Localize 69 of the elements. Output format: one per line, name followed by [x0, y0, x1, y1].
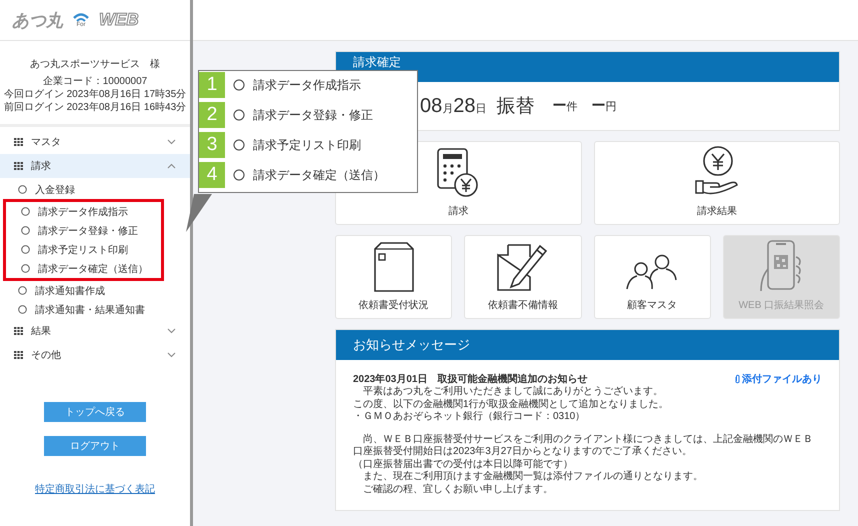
date-part: 08月: [420, 94, 454, 118]
total-value: ー円: [592, 97, 616, 115]
company-name: あつ丸スポーツサービス 様: [29, 58, 161, 71]
notice-text: また、現在ご利用頂けます金融機関一覧は添付ファイルの通りとなります。: [362, 471, 704, 484]
legal-link[interactable]: 特定商取引法に基づく表記: [35, 482, 155, 496]
notice-text: 平素はあつ丸をご利用いただきまして誠にありがとうございます。: [362, 386, 664, 398]
panel-title: 請求確定: [353, 54, 401, 71]
date-part: 28日: [453, 94, 486, 118]
logo-web-text: WEB: [99, 10, 139, 30]
notice-text: 尚、ＷＥＢ口座振替受付サービスをご利用のクライアント様につきましては、上記金融機関のＷＥＢ口座振替受付開始日は2023年3月27日からとなりますのでご了承ください。: [353, 434, 814, 458]
menu-tile[interactable]: 請求結果: [594, 141, 840, 225]
step-label: 請求データ作成指示: [253, 76, 361, 94]
submenu-item[interactable]: 請求通知書・結果通知書: [0, 300, 190, 319]
notice-text: （口座振替届出書での受付は本日以降可能です）: [353, 458, 574, 470]
radio-icon: [18, 305, 27, 314]
menu-tile: WEB 口振結果照会: [722, 235, 840, 319]
notice-text: この度、以下の金融機関1行が取扱金融機関として追加となりました。: [353, 398, 670, 411]
chevron-up-icon: [167, 163, 176, 169]
step-number: 3: [199, 132, 225, 158]
grid-icon: [14, 327, 23, 335]
transfer-method: 振替: [496, 95, 534, 119]
wave-icon: [73, 12, 89, 22]
step-number: 2: [199, 102, 225, 128]
login-time: 今回ログイン 2023年08月16日 17時35分: [2, 88, 188, 101]
document-pen-icon: [496, 243, 550, 293]
attachment-link[interactable]: 添付ファイルあり: [735, 372, 822, 386]
notice-headline: 2023年03月01日 取扱可能金融機関追加のお知らせ: [353, 372, 588, 386]
chevron-down-icon: [167, 352, 176, 358]
panel-title: お知らせメッセージ: [353, 336, 470, 354]
submenu-item[interactable]: 入金登録: [0, 180, 190, 199]
submenu-item[interactable]: 請求予定リスト印刷: [6, 240, 161, 259]
login-time: 前回ログイン 2023年08月16日 16時43分: [2, 101, 188, 114]
submenu-item[interactable]: 請求通知書作成: [0, 281, 190, 300]
paperclip-icon: [735, 374, 740, 384]
grid-icon: [14, 138, 23, 146]
chevron-down-icon: [167, 139, 176, 145]
menu-section[interactable]: 請求: [0, 154, 190, 178]
calculator-yen-icon: [436, 147, 480, 199]
menu-tile[interactable]: 依頼書受付状況: [335, 235, 452, 319]
radio-icon: [21, 245, 30, 254]
radio-icon: [233, 79, 245, 91]
step-number: 1: [199, 72, 225, 98]
step-number: 4: [199, 162, 225, 188]
menu-tile[interactable]: 顧客マスタ: [594, 235, 711, 319]
radio-icon: [233, 169, 245, 181]
chevron-down-icon: [167, 328, 176, 334]
notice-text: ご確認の程、宜しくお願い申し上げます。: [362, 484, 554, 496]
step-label: 請求データ登録・修正: [253, 106, 373, 124]
radio-icon: [233, 109, 245, 121]
menu-section[interactable]: マスタ: [0, 130, 190, 154]
company-code: 企業コード：10000007: [42, 75, 148, 88]
grid-icon: [14, 162, 23, 170]
radio-icon: [233, 139, 245, 151]
radio-icon: [21, 207, 30, 216]
grid-icon: [14, 351, 23, 359]
radio-icon: [18, 286, 27, 295]
envelope-icon: [372, 241, 415, 293]
logo-text: あつ丸: [12, 10, 63, 32]
notice-text: ・ＧＭＯあおぞらネット銀行（銀行コード：0310）: [353, 411, 586, 424]
menu-section[interactable]: 結果: [0, 319, 190, 343]
submenu-item[interactable]: 請求データ登録・修正: [6, 221, 161, 240]
submenu-item[interactable]: 請求データ作成指示: [6, 202, 161, 221]
menu-section[interactable]: その他: [0, 343, 190, 367]
submenu-item[interactable]: 請求データ確定（送信）: [6, 259, 161, 278]
total-value: ー件: [552, 97, 578, 115]
radio-icon: [21, 264, 30, 273]
menu-tile[interactable]: 依頼書不備情報: [464, 235, 582, 319]
radio-icon: [18, 185, 27, 194]
radio-icon: [21, 226, 30, 235]
